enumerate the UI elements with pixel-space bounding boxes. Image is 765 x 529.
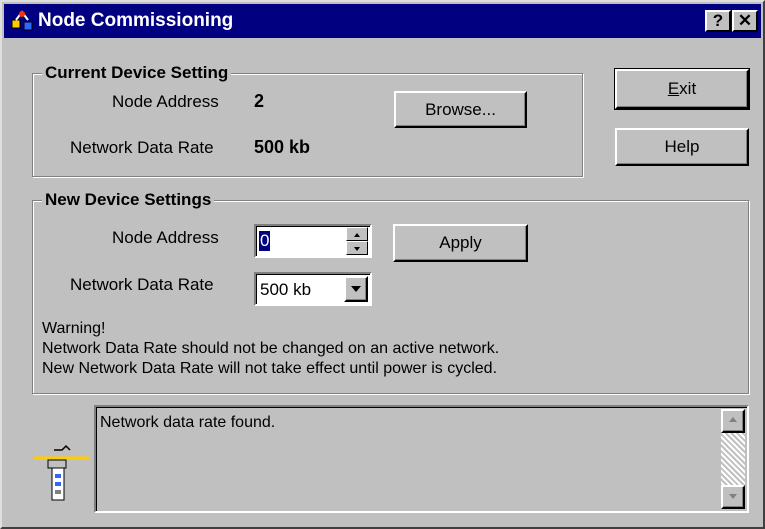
browse-button[interactable]: Browse... <box>394 91 527 128</box>
help-button[interactable]: Help <box>615 128 749 166</box>
exit-mnemonic: E <box>667 79 680 98</box>
status-message: Network data rate found. <box>100 414 276 431</box>
apply-button[interactable]: Apply <box>393 224 528 262</box>
dialog-window: Node Commissioning ? ✕ Current Device Se… <box>0 0 765 529</box>
current-data-rate-value: 500 kb <box>254 137 311 157</box>
arrow-down-icon <box>729 494 737 499</box>
exit-button[interactable]: Exit <box>614 68 750 110</box>
spin-up-button[interactable] <box>346 227 368 241</box>
arrow-down-icon <box>354 247 360 251</box>
current-node-address-value: 2 <box>254 91 265 111</box>
status-log: Network data rate found. <box>94 405 749 513</box>
scroll-up-button[interactable] <box>721 409 745 433</box>
scroll-down-button[interactable] <box>721 485 745 509</box>
window-title: Node Commissioning <box>38 10 234 31</box>
new-data-rate-label: Network Data Rate <box>70 275 214 294</box>
network-node-icon <box>11 10 33 31</box>
spin-down-button[interactable] <box>346 241 368 255</box>
vertical-scrollbar[interactable] <box>721 409 745 509</box>
current-data-rate-label: Network Data Rate <box>70 138 214 157</box>
title-bar[interactable]: Node Commissioning ? ✕ <box>4 4 761 38</box>
exit-label: xit <box>679 79 697 98</box>
current-settings-title: Current Device Setting <box>42 63 232 83</box>
warning-title: Warning! <box>42 320 106 337</box>
device-network-icon <box>34 444 90 501</box>
new-settings-title: New Device Settings <box>42 190 215 210</box>
warning-line-1: Network Data Rate should not be changed … <box>42 340 500 357</box>
current-node-address-label: Node Address <box>112 92 219 111</box>
chevron-down-icon <box>351 286 361 292</box>
node-address-spinbox[interactable]: 0 <box>254 224 372 258</box>
data-rate-selected: 500 kb <box>260 280 312 299</box>
node-address-input[interactable]: 0 <box>259 231 271 251</box>
new-node-address-label: Node Address <box>112 228 219 247</box>
data-rate-dropdown[interactable]: 500 kb <box>254 272 372 306</box>
arrow-up-icon <box>729 417 737 422</box>
arrow-up-icon <box>354 233 360 237</box>
close-title-button[interactable]: ✕ <box>732 10 758 32</box>
warning-line-2: New Network Data Rate will not take effe… <box>42 360 498 377</box>
help-title-button[interactable]: ? <box>705 10 731 32</box>
dropdown-button[interactable] <box>344 276 368 302</box>
